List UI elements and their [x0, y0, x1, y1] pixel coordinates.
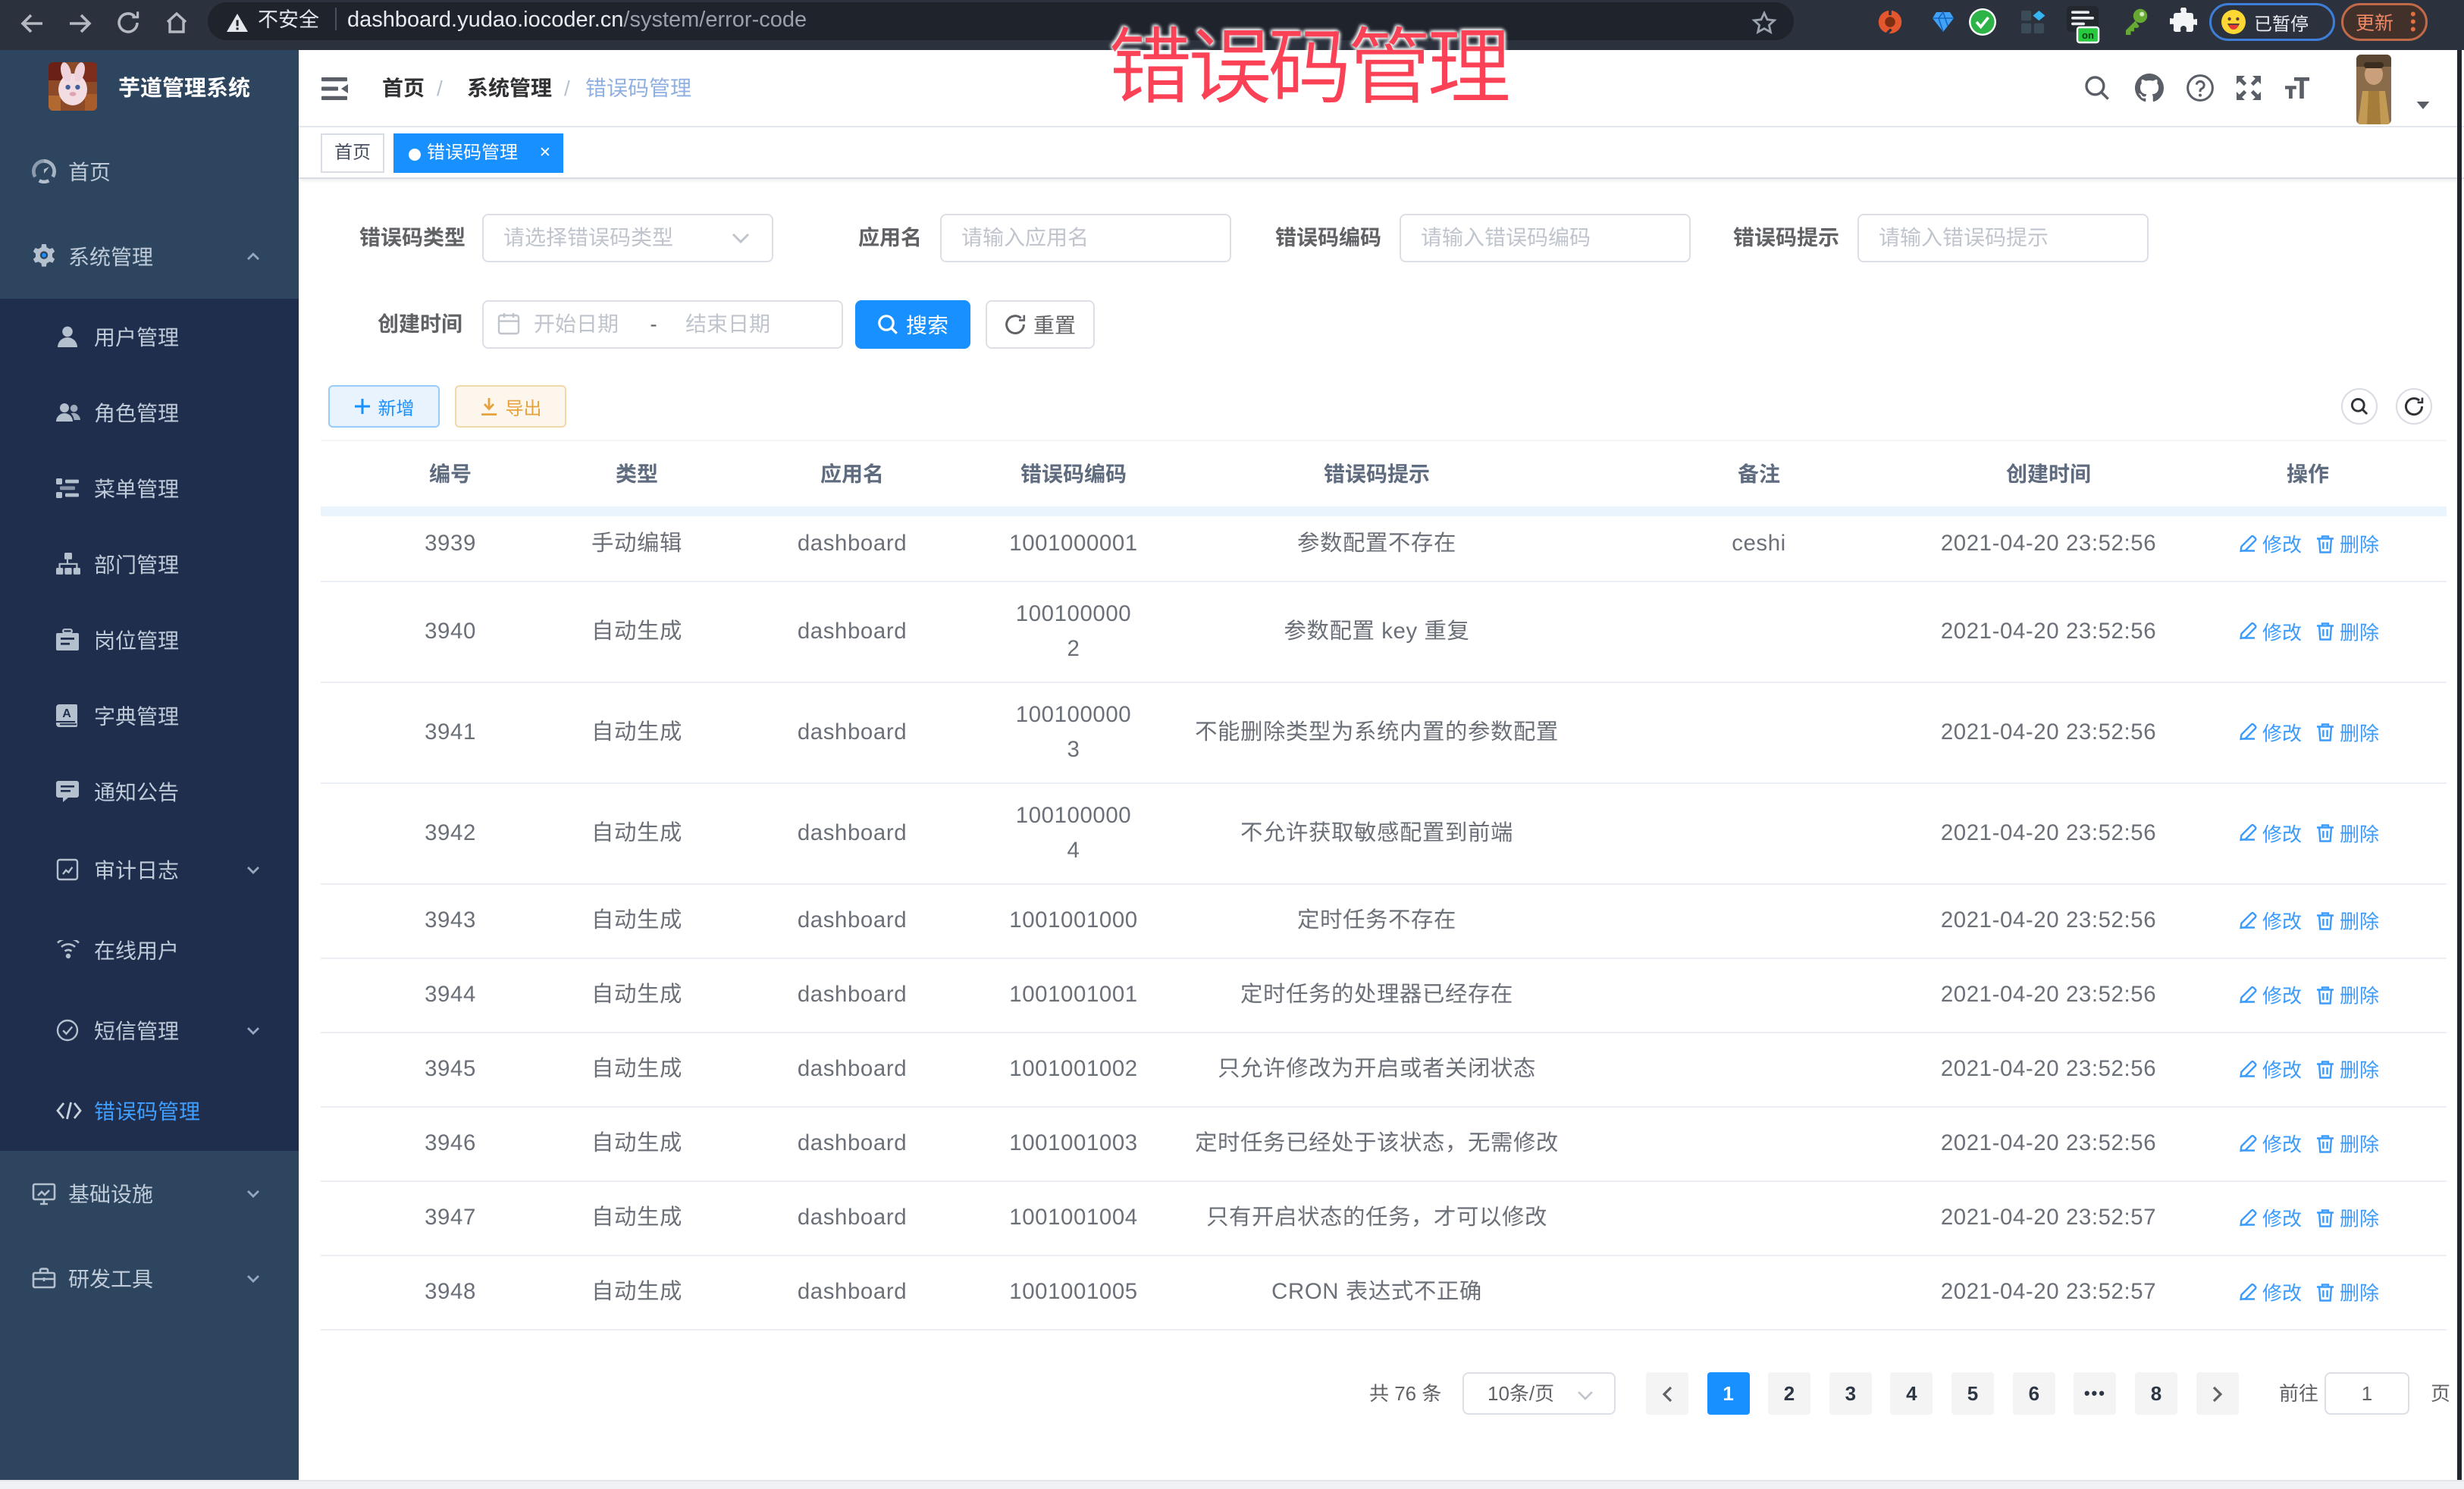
svg-text:on: on	[2082, 30, 2094, 41]
svg-text:A: A	[62, 707, 71, 720]
